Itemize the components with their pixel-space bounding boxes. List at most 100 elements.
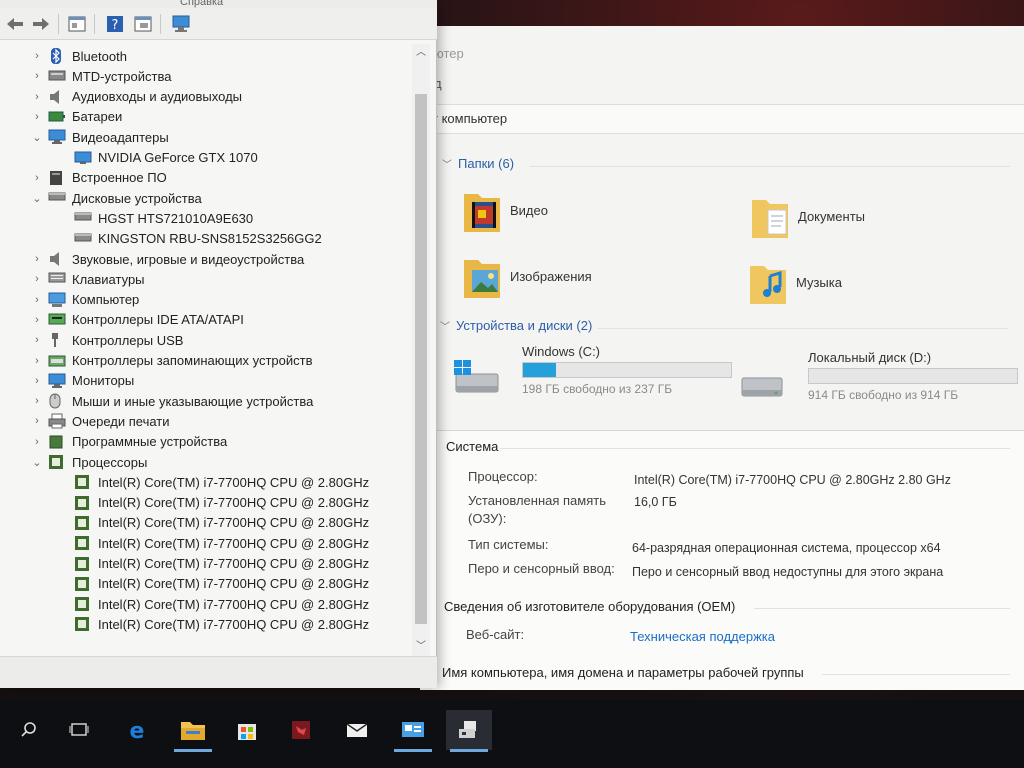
device-category[interactable]: ⌄ Процессоры [30, 452, 147, 472]
help-icon[interactable]: ? [104, 13, 126, 35]
device-category[interactable]: › Контроллеры IDE ATA/ATAPI [30, 310, 244, 330]
processor-icon [74, 576, 92, 592]
device-category[interactable]: › Контроллеры USB [30, 330, 183, 350]
task-view-icon[interactable] [56, 710, 102, 750]
mail-icon[interactable] [334, 710, 380, 750]
support-link[interactable]: Техническая поддержка [630, 629, 775, 644]
system-info-icon[interactable] [390, 710, 436, 752]
search-icon[interactable] [6, 710, 52, 750]
device-item[interactable]: KINGSTON RBU-SNS8152S3256GG2 [52, 229, 322, 249]
device-category[interactable]: ⌄ Дисковые устройства [30, 188, 202, 208]
device-category[interactable]: › MTD-устройства [30, 66, 171, 86]
folders-group-label: Папки (6) [458, 156, 515, 171]
processor-label: Процессор: [468, 469, 538, 484]
tree-item-label: Intel(R) Core(TM) i7-7700HQ CPU @ 2.80GH… [98, 535, 370, 551]
speaker-icon [48, 251, 66, 267]
tree-item-label: HGST HTS721010A9E630 [98, 210, 254, 226]
chevron-right-icon[interactable]: › [30, 334, 44, 346]
address-bar[interactable]: т компьютер [420, 104, 1024, 134]
folder-label: Документы [798, 208, 866, 224]
scroll-up-icon[interactable]: ︿ [412, 44, 430, 62]
device-category[interactable]: › Компьютер [30, 290, 139, 310]
scroll-thumb[interactable] [415, 94, 427, 624]
svg-text:e: e [130, 719, 145, 742]
app-red-icon[interactable] [278, 710, 324, 750]
folder-video[interactable]: Видео [462, 186, 548, 234]
chevron-right-icon[interactable]: › [30, 273, 44, 285]
device-item[interactable]: Intel(R) Core(TM) i7-7700HQ CPU @ 2.80GH… [52, 614, 369, 634]
device-item[interactable]: Intel(R) Core(TM) i7-7700HQ CPU @ 2.80GH… [52, 513, 369, 533]
tree-item-label: Встроенное ПО [72, 170, 167, 186]
device-category[interactable]: › Программные устройства [30, 432, 227, 452]
device-item[interactable]: Intel(R) Core(TM) i7-7700HQ CPU @ 2.80GH… [52, 554, 369, 574]
chevron-down-icon[interactable]: ⌄ [30, 131, 44, 144]
device-item[interactable]: Intel(R) Core(TM) i7-7700HQ CPU @ 2.80GH… [52, 493, 369, 513]
tree-item-label: MTD-устройства [72, 68, 172, 84]
view-window-icon[interactable] [132, 13, 154, 35]
drive-c[interactable]: Windows (C:) 198 ГБ свободно из 237 ГБ [452, 344, 732, 404]
folders-group-header[interactable]: ﹀ Папки (6) [442, 156, 514, 171]
drives-group-header[interactable]: ﹀ Устройства и диски (2) [440, 318, 592, 333]
mtd-device-icon [48, 68, 66, 84]
chevron-right-icon[interactable]: › [30, 395, 44, 407]
drive-d[interactable]: Локальный диск (D:) 914 ГБ свободно из 9… [738, 350, 1018, 410]
device-item[interactable]: HGST HTS721010A9E630 [52, 208, 253, 228]
device-item[interactable]: Intel(R) Core(TM) i7-7700HQ CPU @ 2.80GH… [52, 594, 369, 614]
device-item[interactable]: NVIDIA GeForce GTX 1070 [52, 148, 258, 168]
computer-name-heading: Имя компьютера, имя домена и параметры р… [442, 665, 804, 680]
device-category[interactable]: › Мониторы [30, 371, 134, 391]
device-category[interactable]: ⌄ Видеоадаптеры [30, 127, 169, 147]
menu-help[interactable]: Справка [180, 0, 223, 8]
chevron-right-icon[interactable]: › [30, 172, 44, 184]
device-manager-icon[interactable] [446, 710, 492, 752]
chevron-right-icon[interactable]: › [30, 294, 44, 306]
printer-icon [48, 413, 66, 429]
device-category[interactable]: › Звуковые, игровые и видеоустройства [30, 249, 304, 269]
folder-music[interactable]: Музыка [748, 258, 842, 306]
vertical-scrollbar[interactable]: ︿ ﹀ [412, 44, 430, 656]
folder-documents[interactable]: Документы [750, 192, 865, 240]
tree-item-label: KINGSTON RBU-SNS8152S3256GG2 [98, 231, 322, 247]
chevron-down-icon[interactable]: ⌄ [30, 456, 44, 469]
chevron-down-icon: ﹀ [440, 322, 450, 333]
back-arrow-icon[interactable] [4, 13, 26, 35]
device-item[interactable]: Intel(R) Core(TM) i7-7700HQ CPU @ 2.80GH… [52, 472, 369, 492]
chevron-right-icon[interactable]: › [30, 314, 44, 326]
device-item[interactable]: Intel(R) Core(TM) i7-7700HQ CPU @ 2.80GH… [52, 574, 369, 594]
device-item[interactable]: Intel(R) Core(TM) i7-7700HQ CPU @ 2.80GH… [52, 533, 369, 553]
device-category[interactable]: › Очереди печати [30, 411, 170, 431]
mouse-icon [48, 393, 66, 409]
chevron-right-icon[interactable]: › [30, 70, 44, 82]
device-category[interactable]: › Аудиовходы и аудиовыходы [30, 87, 242, 107]
chevron-right-icon[interactable]: › [30, 436, 44, 448]
tree-item-label: Дисковые устройства [72, 190, 202, 206]
file-explorer-icon[interactable] [170, 710, 216, 752]
device-category[interactable]: › Клавиатуры [30, 269, 144, 289]
music-folder-icon [748, 258, 788, 306]
device-category[interactable]: › Встроенное ПО [30, 168, 167, 188]
chevron-right-icon[interactable]: › [30, 375, 44, 387]
chevron-right-icon[interactable]: › [30, 253, 44, 265]
chevron-right-icon[interactable]: › [30, 50, 44, 62]
processor-value: Intel(R) Core(TM) i7-7700HQ CPU @ 2.80GH… [634, 473, 951, 487]
chevron-right-icon[interactable]: › [30, 111, 44, 123]
chevron-right-icon[interactable]: › [30, 415, 44, 427]
scroll-down-icon[interactable]: ﹀ [412, 638, 430, 656]
device-category[interactable]: › Bluetooth [30, 46, 127, 66]
divider [754, 608, 1010, 609]
scan-hardware-icon[interactable] [170, 13, 192, 35]
edge-icon[interactable]: e [114, 710, 160, 750]
ide-controller-icon [48, 312, 66, 328]
folder-pictures[interactable]: Изображения [462, 252, 592, 300]
device-category[interactable]: › Контроллеры запоминающих устройств [30, 351, 312, 371]
chevron-down-icon[interactable]: ⌄ [30, 192, 44, 205]
properties-window-icon[interactable] [66, 13, 88, 35]
tree-item-label: Intel(R) Core(TM) i7-7700HQ CPU @ 2.80GH… [98, 596, 370, 612]
chevron-right-icon[interactable]: › [30, 91, 44, 103]
device-category[interactable]: › Мыши и иные указывающие устройства [30, 391, 313, 411]
chevron-right-icon[interactable]: › [30, 355, 44, 367]
store-icon[interactable] [224, 710, 270, 750]
tree-item-label: Мыши и иные указывающие устройства [72, 393, 314, 409]
device-category[interactable]: › Батареи [30, 107, 122, 127]
forward-arrow-icon[interactable] [30, 13, 52, 35]
